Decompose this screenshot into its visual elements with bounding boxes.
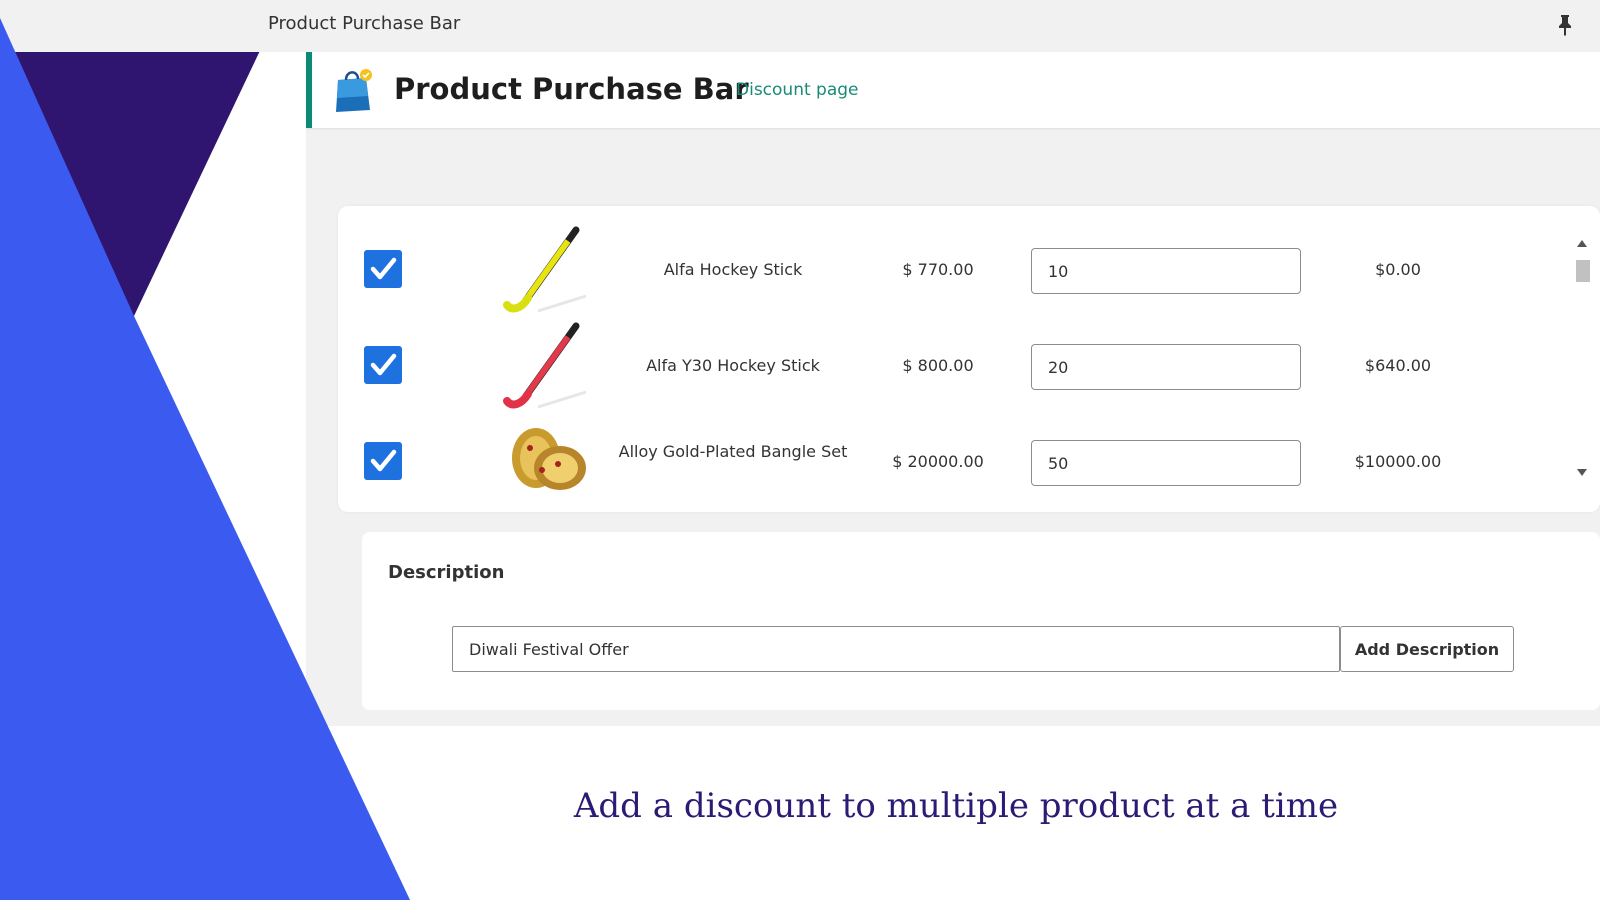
- product-name: Alfa Y30 Hockey Stick: [646, 356, 820, 375]
- add-description-button[interactable]: Add Description: [1340, 626, 1514, 672]
- page-title: Product Purchase Bar: [394, 72, 749, 106]
- product-name: Alfa Hockey Stick: [663, 260, 803, 279]
- scroll-up-arrow-icon[interactable]: [1577, 240, 1587, 247]
- list-scrollbar[interactable]: [1574, 232, 1590, 482]
- quantity-input[interactable]: [1031, 440, 1301, 486]
- product-price: $ 770.00: [902, 260, 974, 279]
- product-row: Alfa Y30 Hockey Stick $ 800.00 $640.00: [338, 322, 1558, 420]
- yellow-hockey-stick-image: [503, 226, 587, 313]
- product-name: Alloy Gold-Plated Bangle Set: [618, 442, 848, 461]
- page-header: Product Purchase Bar Discount page: [306, 52, 1600, 128]
- scroll-thumb[interactable]: [1576, 260, 1590, 282]
- product-price: $ 800.00: [902, 356, 974, 375]
- product-price: $ 20000.00: [892, 452, 984, 471]
- red-hockey-stick-image: [503, 322, 587, 409]
- discount-page-link[interactable]: Discount page: [736, 80, 859, 100]
- scroll-down-arrow-icon[interactable]: [1577, 469, 1587, 476]
- promo-caption: Add a discount to multiple product at a …: [573, 786, 1339, 826]
- pin-icon[interactable]: [1556, 14, 1574, 36]
- description-input[interactable]: [452, 626, 1340, 672]
- product-row: Alloy Gold-Plated Bangle Set $ 20000.00 …: [338, 418, 1558, 492]
- description-card: Description Add Description: [362, 532, 1600, 710]
- product-discount: $0.00: [1375, 260, 1421, 279]
- gold-bangle-set-image: [512, 428, 586, 490]
- product-list-card: Alfa Hockey Stick $ 770.00 $0.00 Alfa Y3…: [338, 206, 1600, 512]
- product-discount: $640.00: [1364, 356, 1432, 375]
- product-row: Alfa Hockey Stick $ 770.00 $0.00: [338, 226, 1558, 324]
- quantity-input[interactable]: [1031, 248, 1301, 294]
- product-discount: $10000.00: [1354, 452, 1442, 471]
- quantity-input[interactable]: [1031, 344, 1301, 390]
- product-list: Alfa Hockey Stick $ 770.00 $0.00 Alfa Y3…: [338, 226, 1558, 492]
- background-blue-shape: [0, 18, 410, 900]
